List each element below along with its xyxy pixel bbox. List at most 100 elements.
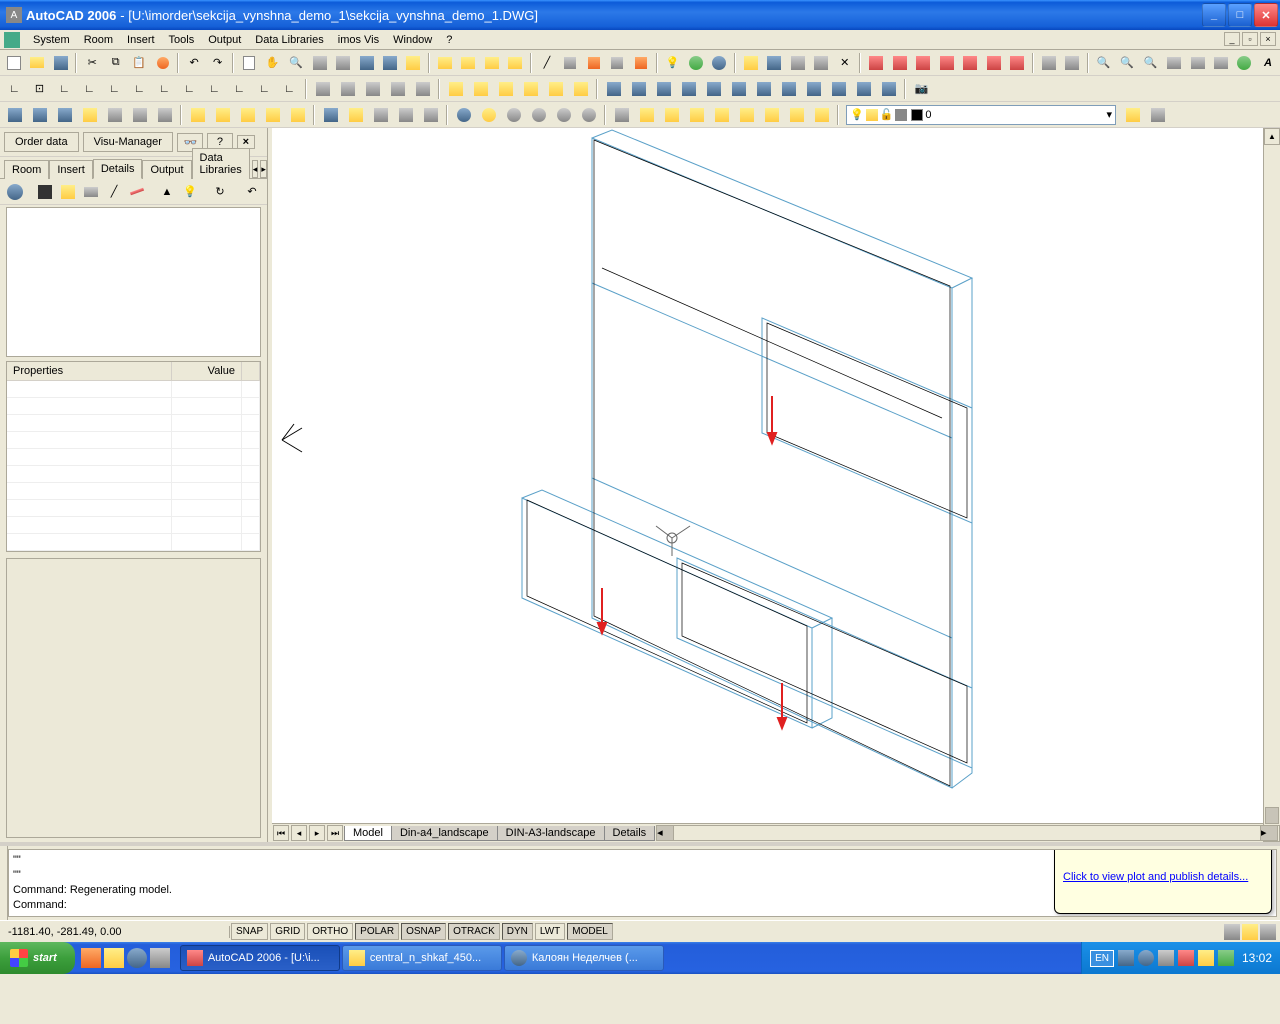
r3-16[interactable] (394, 104, 417, 126)
tool-paste[interactable]: 📋 (128, 52, 149, 74)
tool-draw1[interactable]: ╱ (536, 52, 557, 74)
solid-3[interactable] (494, 78, 517, 100)
prop-rows[interactable] (7, 381, 260, 551)
ucs-7[interactable]: ∟ (153, 78, 176, 100)
r3-15[interactable] (369, 104, 392, 126)
task-folder[interactable]: central_n_shkaf_450... (342, 945, 502, 971)
ucs-11[interactable]: ∟ (253, 78, 276, 100)
view3d-8[interactable] (777, 78, 800, 100)
mdi-close[interactable]: × (1260, 32, 1276, 46)
tray-skype-icon[interactable] (1138, 950, 1154, 966)
r3-1[interactable] (3, 104, 26, 126)
mode-polar[interactable]: POLAR (355, 923, 399, 940)
ucs-12[interactable]: ∟ (278, 78, 301, 100)
ql-icon-3[interactable] (127, 948, 147, 968)
mode-dyn[interactable]: DYN (502, 923, 533, 940)
shade-13[interactable] (760, 104, 783, 126)
shade-14[interactable] (785, 104, 808, 126)
tool-red6[interactable] (983, 52, 1004, 74)
shade-7[interactable] (610, 104, 633, 126)
tool-box4[interactable] (505, 52, 526, 74)
menu-room[interactable]: Room (77, 32, 120, 48)
tool-view1[interactable] (1163, 52, 1184, 74)
layer-btn1[interactable] (1121, 104, 1144, 126)
tab-scroll-right[interactable]: ▸ (260, 160, 267, 178)
tool-view3[interactable] (1210, 52, 1231, 74)
tab-output[interactable]: Output (142, 160, 191, 179)
menu-system[interactable]: System (26, 32, 77, 48)
ql-icon-2[interactable] (104, 948, 124, 968)
r3-3[interactable] (53, 104, 76, 126)
r3-10[interactable] (236, 104, 259, 126)
tool-cube5[interactable]: ✕ (834, 52, 855, 74)
tool-open[interactable] (26, 52, 47, 74)
tray-vol-icon[interactable] (1158, 950, 1174, 966)
tab-insert[interactable]: Insert (49, 160, 93, 179)
ucs-9[interactable]: ∟ (203, 78, 226, 100)
view3d-3[interactable] (652, 78, 675, 100)
tab-details[interactable]: Details (93, 159, 143, 179)
r3-13[interactable] (319, 104, 342, 126)
tool-draw5[interactable] (630, 52, 651, 74)
tool-copy[interactable]: ⧉ (105, 52, 126, 74)
red-diag-icon[interactable] (126, 181, 148, 203)
tool-cut[interactable]: ✂ (81, 52, 102, 74)
r3-8[interactable] (186, 104, 209, 126)
cube-black-icon[interactable] (34, 181, 56, 203)
tool-red7[interactable] (1006, 52, 1027, 74)
solid-4[interactable] (519, 78, 542, 100)
ql-icon-4[interactable] (150, 948, 170, 968)
tray-icon-2[interactable] (1242, 924, 1258, 940)
layout-first[interactable]: ⏮ (273, 825, 289, 841)
order-data-button[interactable]: Order data (4, 132, 79, 152)
view3d-12[interactable] (877, 78, 900, 100)
tool-pan[interactable]: ✋ (262, 52, 283, 74)
mdi-restore[interactable]: ▫ (1242, 32, 1258, 46)
tray-icon-3[interactable] (1260, 924, 1276, 940)
tool-btn-b[interactable] (332, 52, 353, 74)
menu-insert[interactable]: Insert (120, 32, 162, 48)
view3d-11[interactable] (852, 78, 875, 100)
command-text[interactable]: "" "" Command: Regenerating model. Comma… (8, 849, 1277, 917)
prop-col-name[interactable]: Properties (7, 362, 172, 380)
tool-draw2[interactable] (560, 52, 581, 74)
view3d-1[interactable] (602, 78, 625, 100)
ucs-5[interactable]: ∟ (103, 78, 126, 100)
shade-6[interactable] (577, 104, 600, 126)
shade-10[interactable] (685, 104, 708, 126)
tool-cube3[interactable] (787, 52, 808, 74)
tool-undo[interactable]: ↶ (183, 52, 204, 74)
camera-icon[interactable]: 📷 (910, 78, 933, 100)
window-maximize-button[interactable]: □ (1228, 3, 1252, 27)
window-minimize-button[interactable]: _ (1202, 3, 1226, 27)
tray-misc2-icon[interactable] (1218, 950, 1234, 966)
cmd-grip[interactable] (0, 846, 8, 920)
3d-4[interactable] (386, 78, 409, 100)
r3-2[interactable] (28, 104, 51, 126)
menu-imos-vis[interactable]: imos Vis (331, 32, 386, 48)
tool-x2[interactable] (1061, 52, 1082, 74)
ucs-1[interactable]: ∟ (3, 78, 26, 100)
tray-icon-1[interactable] (1224, 924, 1240, 940)
shade-3[interactable] (502, 104, 525, 126)
visu-manager-button[interactable]: Visu-Manager (83, 132, 173, 152)
view3d-2[interactable] (627, 78, 650, 100)
layout-tab-model[interactable]: Model (344, 826, 392, 841)
mode-snap[interactable]: SNAP (231, 923, 268, 940)
r3-14[interactable] (344, 104, 367, 126)
mode-osnap[interactable]: OSNAP (401, 923, 446, 940)
tool-render[interactable] (1234, 52, 1255, 74)
menu-window[interactable]: Window (386, 32, 439, 48)
tool-view2[interactable] (1187, 52, 1208, 74)
tray-net-icon[interactable] (1118, 950, 1134, 966)
tool-new[interactable] (3, 52, 24, 74)
tool-globe1[interactable] (685, 52, 706, 74)
shade-15[interactable] (810, 104, 833, 126)
task-skype[interactable]: Калоян Неделчев (... (504, 945, 664, 971)
undo2-icon[interactable]: ↶ (241, 181, 263, 203)
tool-red1[interactable] (865, 52, 886, 74)
layout-tab-a3[interactable]: DIN-A3-landscape (497, 826, 605, 841)
r3-11[interactable] (261, 104, 284, 126)
layer-btn2[interactable] (1146, 104, 1169, 126)
sidebar-close-button[interactable]: × (237, 135, 255, 149)
